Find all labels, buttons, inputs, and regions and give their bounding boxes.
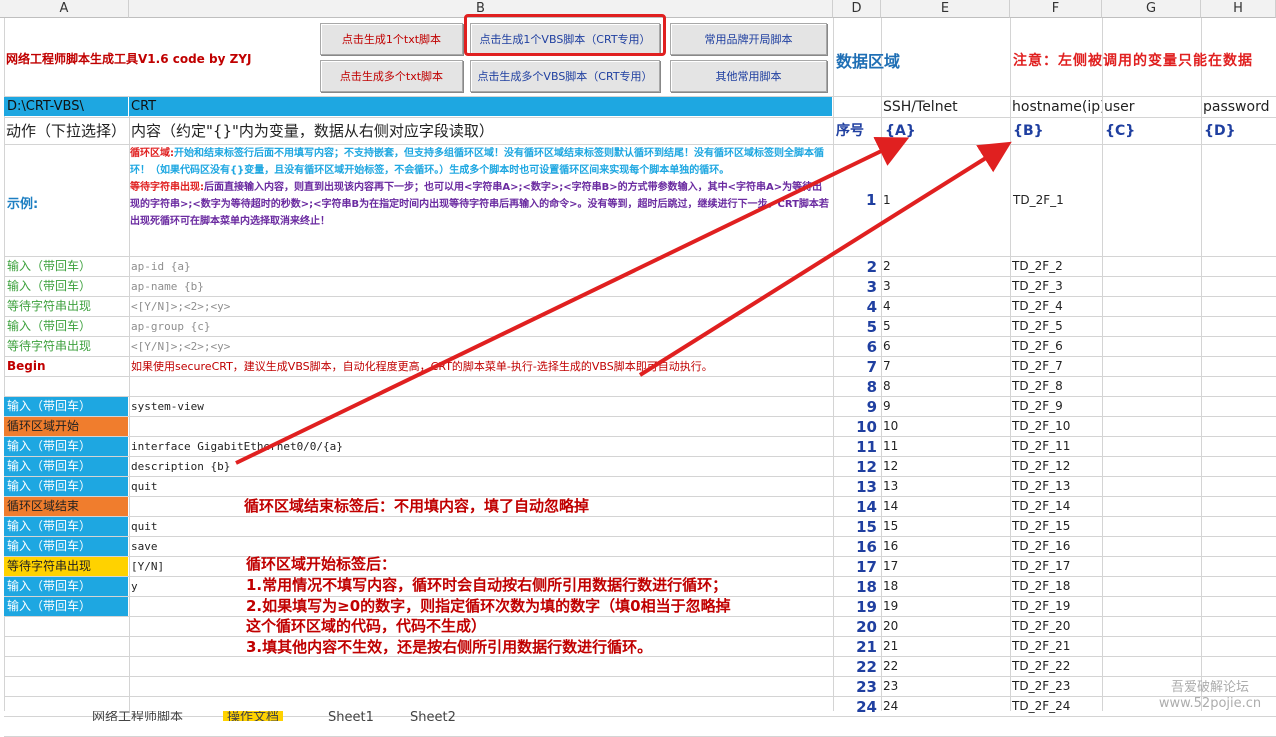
sheet-tab-sheet1[interactable]: Sheet1 xyxy=(328,711,374,721)
sheet-tab-sheet2[interactable]: Sheet2 xyxy=(410,711,456,721)
arrow-to-var-a xyxy=(235,137,910,465)
sheet-tab-docs[interactable]: 操作文档 xyxy=(223,711,284,721)
annotation-arrows xyxy=(235,137,1012,465)
sheet-tab-main[interactable]: 网络工程师脚本 xyxy=(92,711,183,721)
watermark: 吾爱破解论坛 www.52pojie.cn xyxy=(1158,680,1262,711)
